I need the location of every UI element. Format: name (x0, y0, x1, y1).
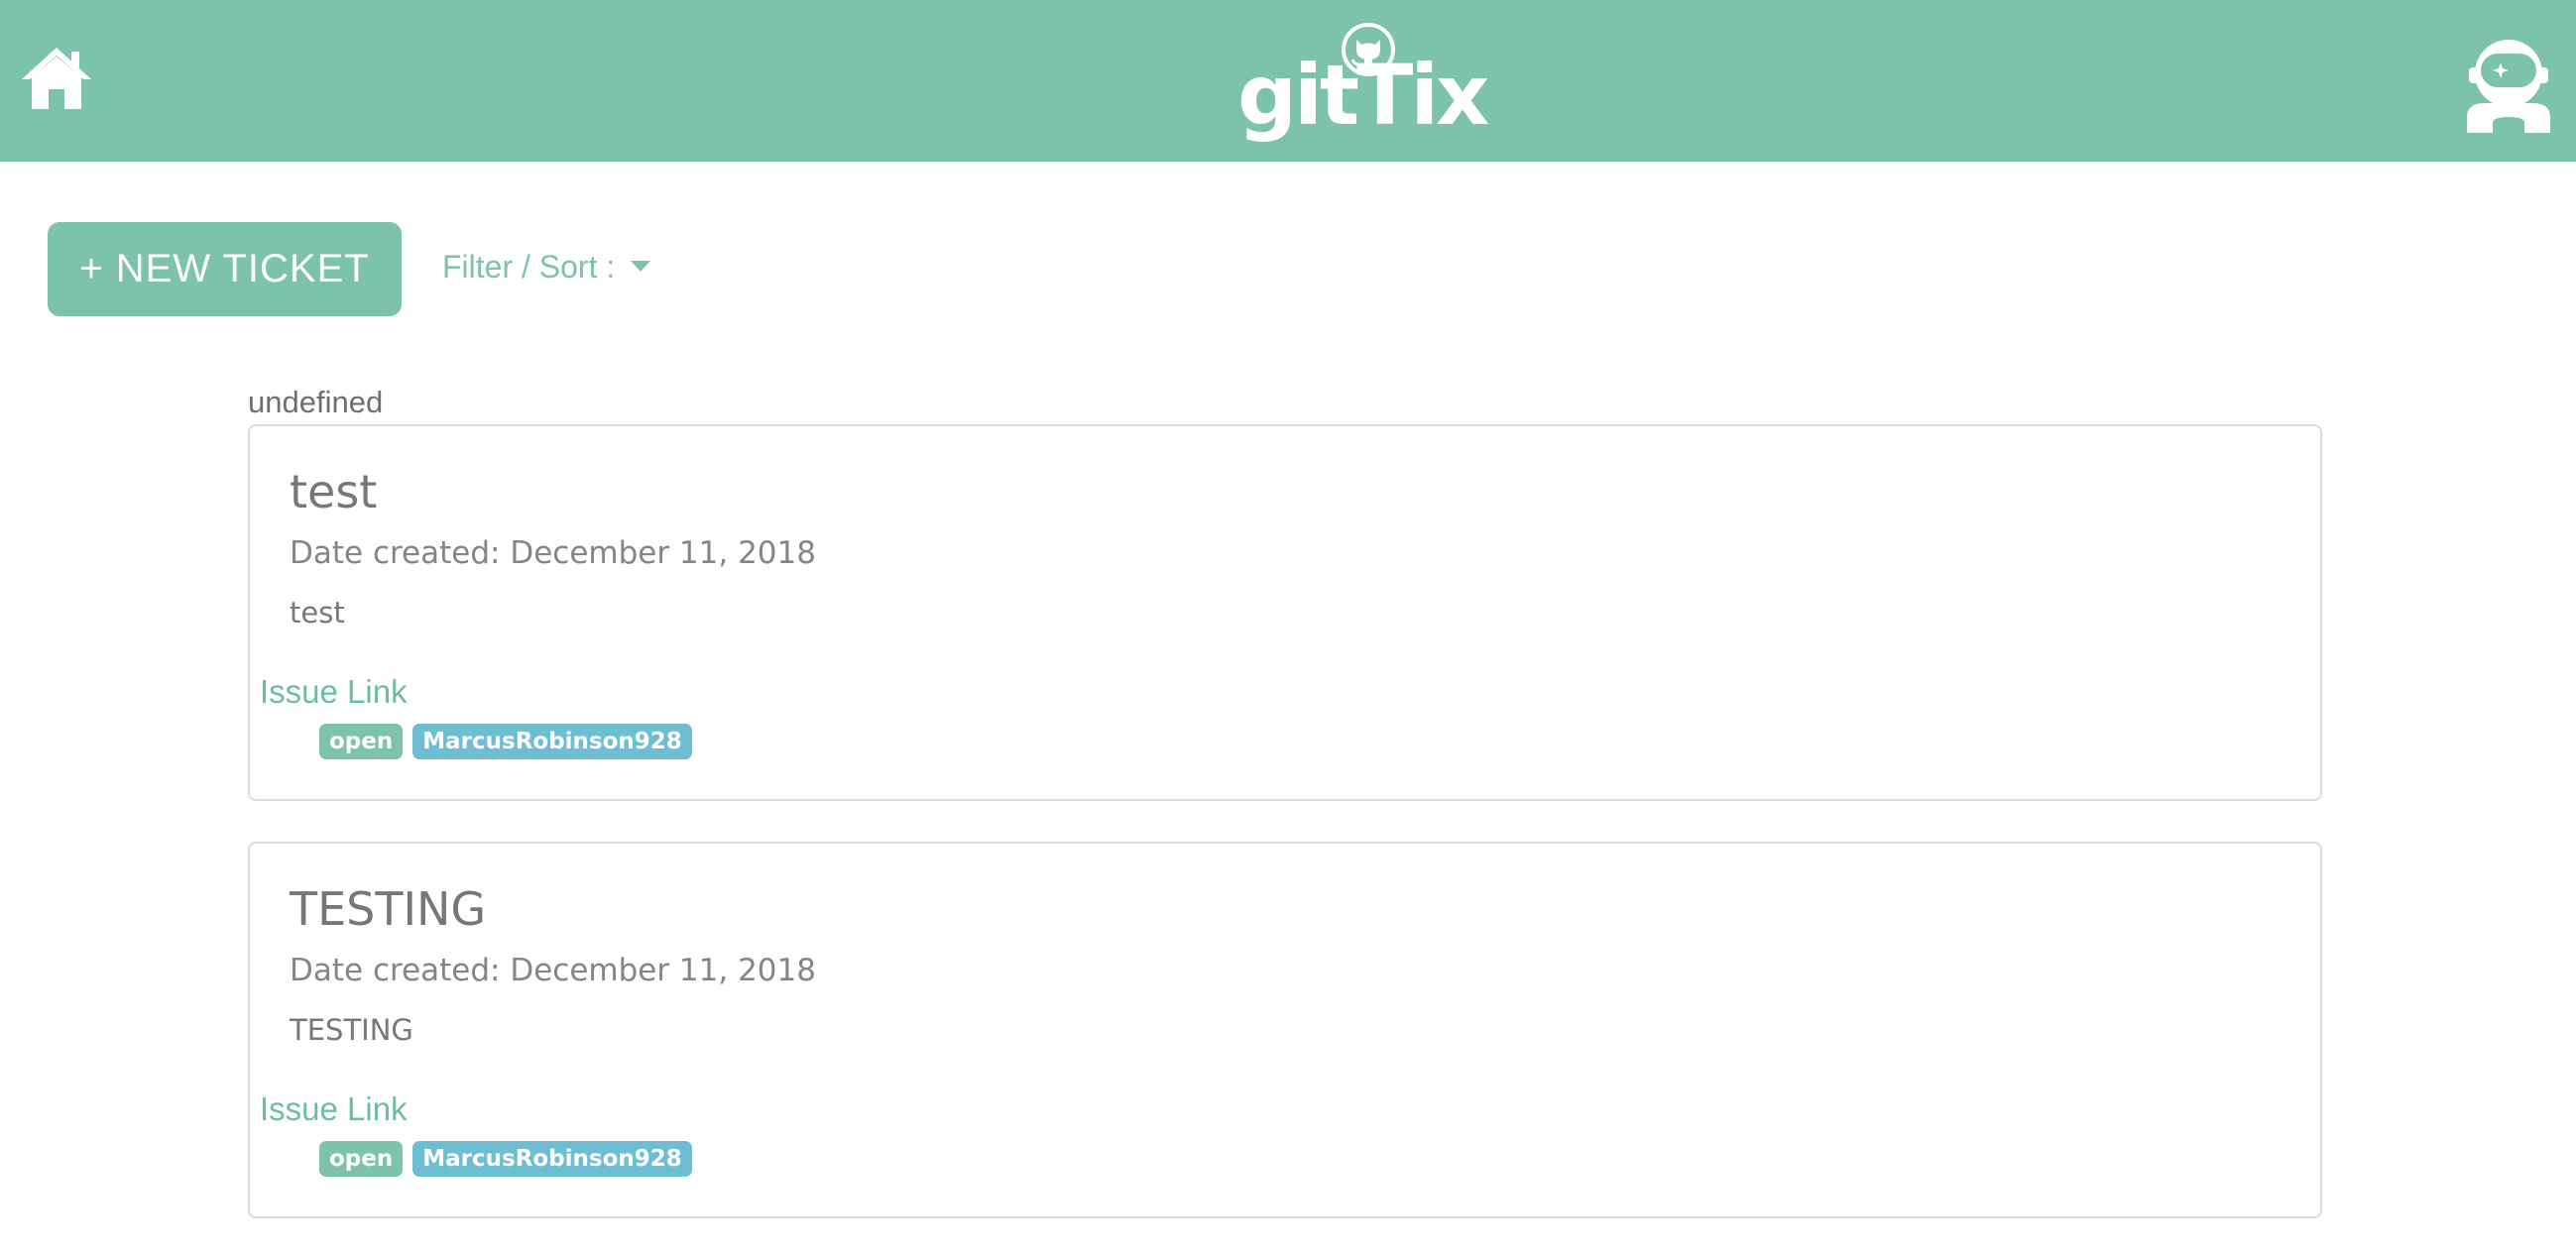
ticket-title: test (290, 465, 378, 518)
assignee-badge: MarcusRobinson928 (412, 1141, 692, 1177)
new-ticket-button[interactable]: + NEW TICKET (48, 222, 402, 316)
caret-down-icon (631, 261, 651, 273)
top-navbar: gitTix (0, 0, 2576, 162)
ticket-card: TESTING Date created: December 11, 2018 … (248, 842, 2322, 1218)
ticket-date: Date created: December 11, 2018 (290, 535, 816, 571)
ticket-body: TESTING (290, 1013, 413, 1047)
user-avatar-button[interactable] (2463, 34, 2554, 133)
home-button[interactable] (18, 44, 95, 113)
ticket-body: test (290, 596, 345, 630)
filter-sort-label: Filter / Sort : (442, 249, 616, 285)
ticket-card: test Date created: December 11, 2018 tes… (248, 424, 2322, 801)
ticket-badges: open MarcusRobinson928 (319, 724, 692, 763)
astronaut-avatar-icon (2467, 40, 2550, 133)
filter-sort-dropdown[interactable]: Filter / Sort : (442, 242, 651, 291)
assignee-badge: MarcusRobinson928 (412, 724, 692, 759)
status-badge: open (319, 724, 404, 759)
issue-link[interactable]: Issue Link (260, 1086, 408, 1133)
ticket-badges: open MarcusRobinson928 (319, 1141, 692, 1181)
app-logo: gitTix (1237, 22, 1489, 145)
ticket-title: TESTING (290, 882, 487, 936)
status-badge: open (319, 1141, 404, 1177)
home-icon (22, 48, 91, 109)
issue-link[interactable]: Issue Link (260, 668, 408, 716)
ticket-date: Date created: December 11, 2018 (290, 953, 816, 988)
section-label: undefined (248, 385, 384, 419)
octocat-icon (1342, 23, 1395, 76)
